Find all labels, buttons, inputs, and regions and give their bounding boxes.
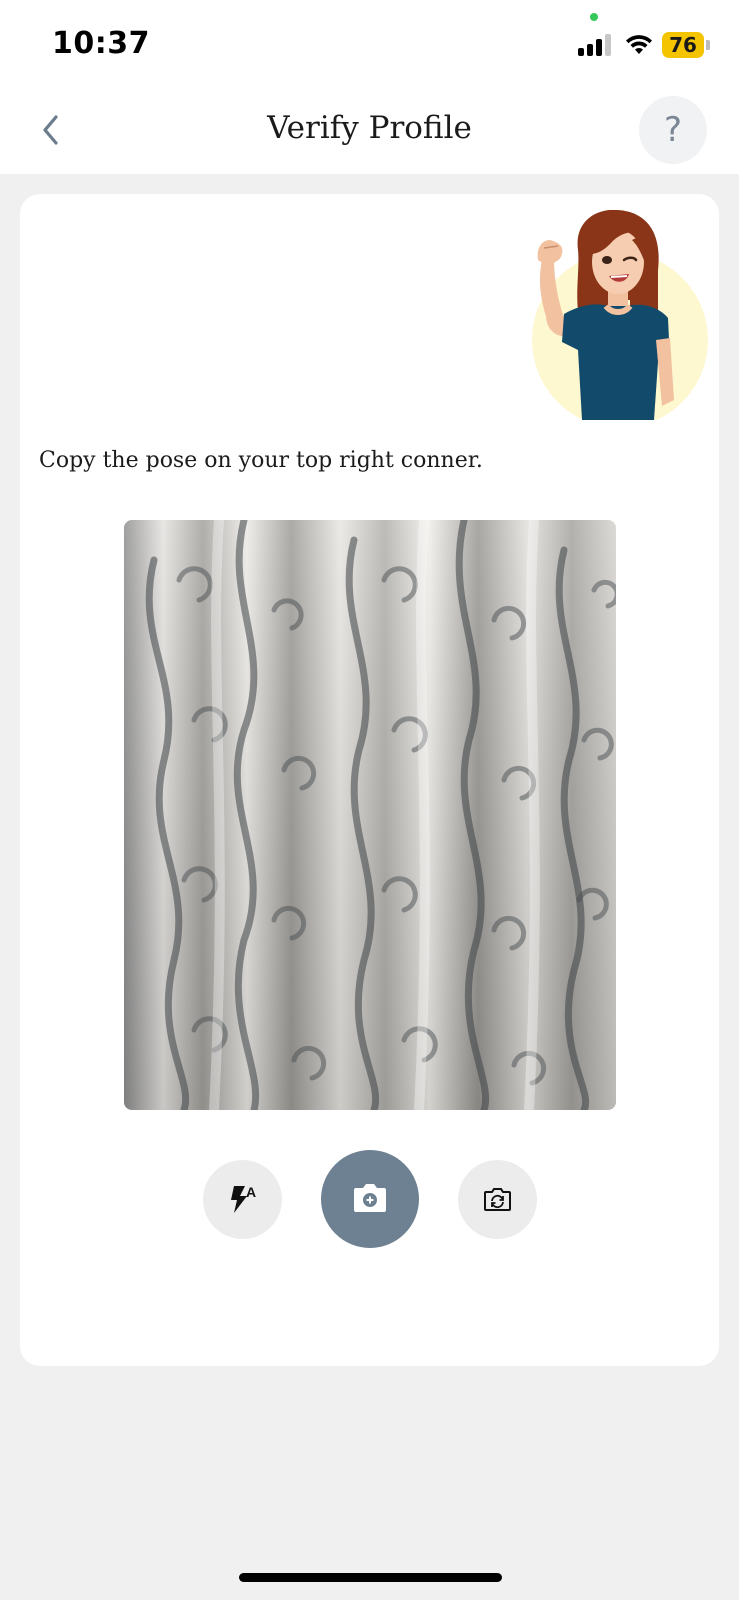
page-title: Verify Profile [267, 110, 472, 146]
camera-icon [354, 1184, 386, 1212]
status-time: 10:37 [52, 26, 150, 61]
wifi-icon [626, 35, 652, 54]
flash-mode-label: A [246, 1184, 257, 1200]
flash-auto-icon [231, 1186, 247, 1213]
help-button[interactable]: ? [639, 96, 707, 164]
switch-camera-button[interactable] [458, 1160, 537, 1239]
status-bar: 10:37 76 [0, 0, 739, 88]
instruction-text: Copy the pose on your top right conner. [39, 448, 483, 473]
camera-in-use-indicator [590, 13, 598, 21]
battery-icon: 76 [662, 32, 704, 58]
pose-example-image [532, 210, 708, 420]
camera-controls: A [20, 1150, 719, 1250]
verification-card: Copy the pose on your top right conner. [20, 194, 719, 1366]
home-indicator[interactable] [239, 1573, 502, 1582]
battery-tip [706, 40, 710, 50]
camera-preview [124, 520, 616, 1110]
capture-button[interactable] [321, 1150, 419, 1248]
switch-camera-icon [484, 1188, 511, 1211]
nav-bar: Verify Profile ? [0, 88, 739, 174]
signal-icon [578, 34, 614, 56]
flash-button[interactable]: A [203, 1160, 282, 1239]
